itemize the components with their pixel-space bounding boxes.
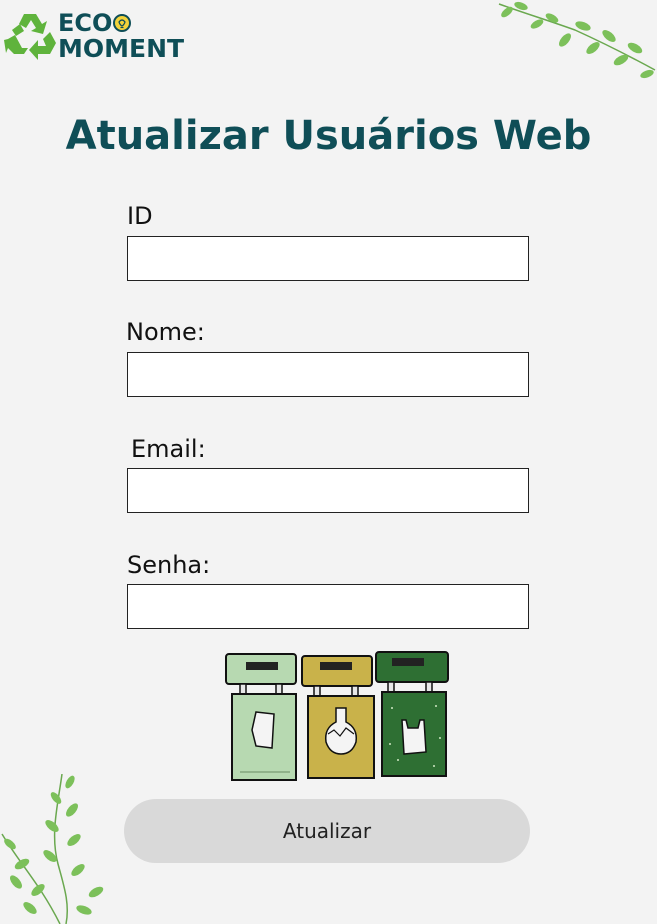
- glass-bin: [301, 655, 375, 779]
- password-field[interactable]: [127, 584, 529, 629]
- eco-moment-logo: ECO MOMENT: [2, 8, 202, 68]
- paper-bin: [225, 653, 297, 781]
- update-button[interactable]: Atualizar: [124, 799, 530, 863]
- email-label: Email:: [131, 435, 206, 463]
- vine-leaves-icon: [498, 1, 656, 79]
- vine-leaves-icon: [1, 774, 104, 924]
- brand-line-1: ECO: [58, 9, 113, 37]
- id-field[interactable]: [127, 236, 529, 281]
- page-title: Atualizar Usuários Web: [65, 113, 592, 159]
- name-field[interactable]: [127, 352, 529, 397]
- lightbulb-icon: [113, 14, 132, 32]
- recycling-bins-icon: [225, 651, 449, 781]
- name-label: Nome:: [126, 318, 205, 346]
- plastic-bin: [375, 651, 449, 777]
- id-label: ID: [127, 202, 153, 230]
- recycle-icon: [4, 14, 56, 60]
- password-label: Senha:: [127, 551, 211, 579]
- brand-wordmark: ECO MOMENT: [58, 10, 184, 62]
- email-field[interactable]: [127, 468, 529, 513]
- brand-line-2: MOMENT: [58, 34, 185, 63]
